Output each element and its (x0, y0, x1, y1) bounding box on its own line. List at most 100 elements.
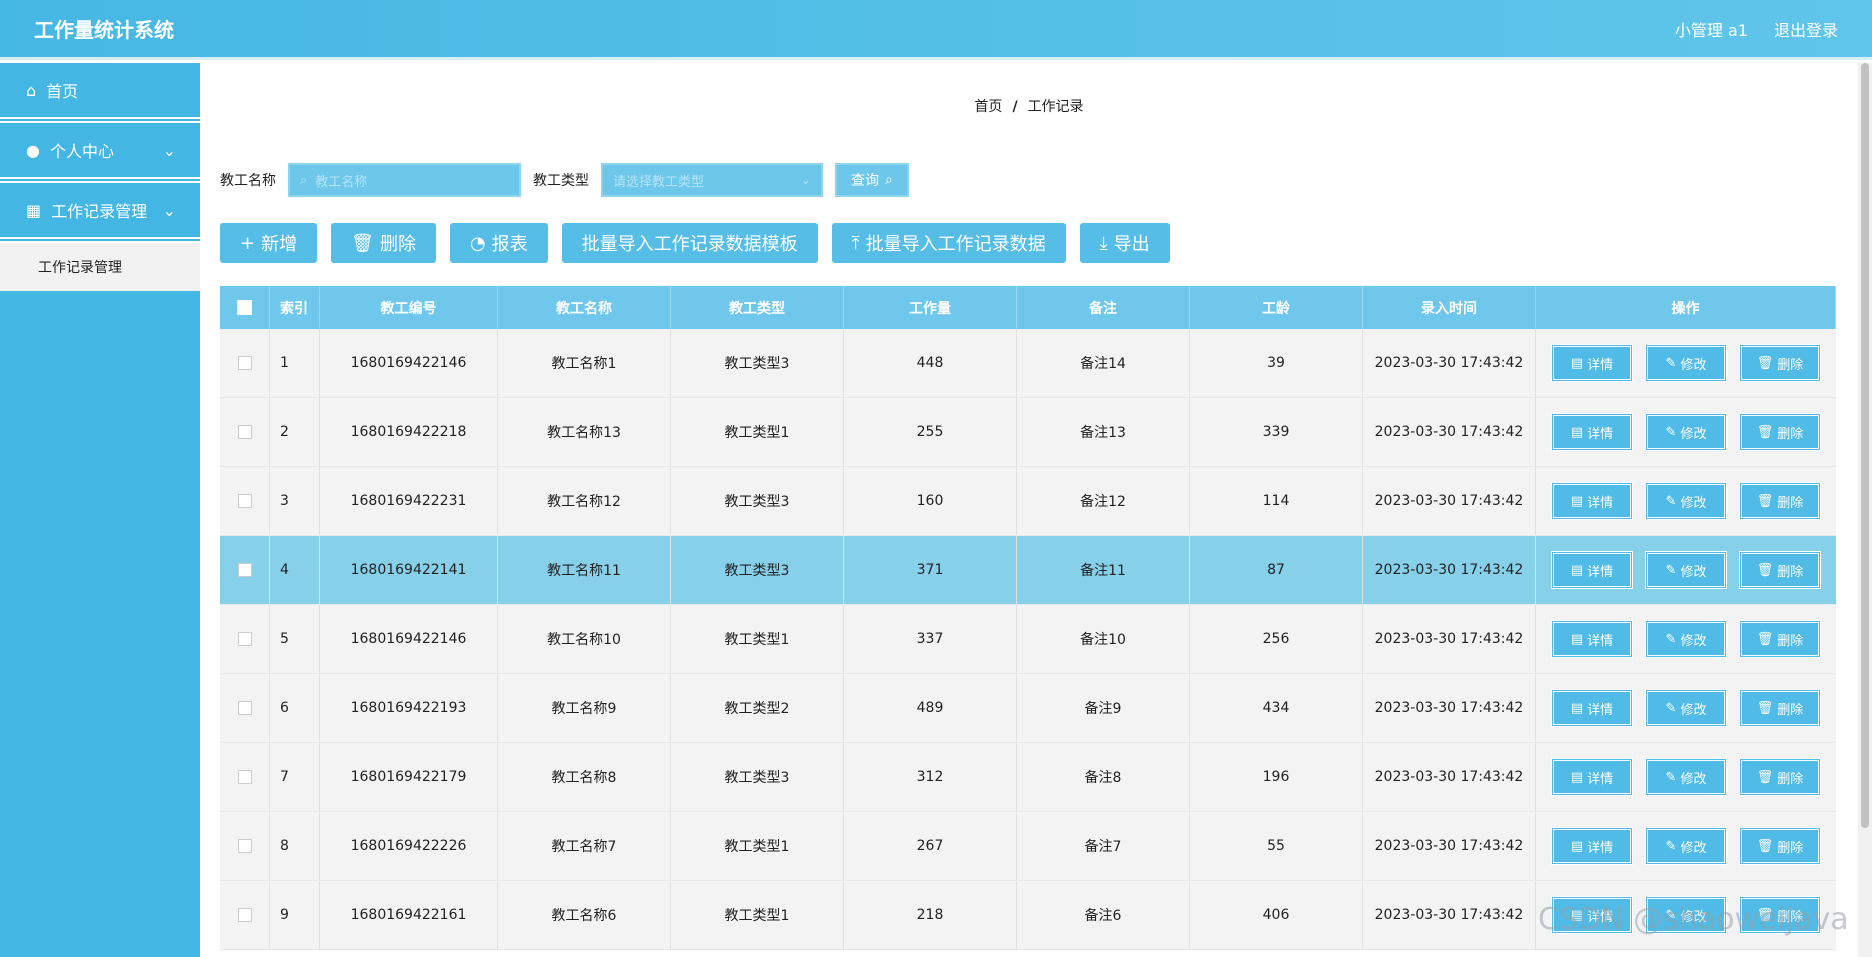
sidebar-subitem-work-record[interactable]: 工作记录管理 (0, 243, 200, 291)
chevron-down-icon: ⌄ (162, 200, 176, 220)
bulk-delete-button[interactable]: 🗑 删除 (331, 223, 436, 263)
row-checkbox-cell (220, 467, 270, 535)
type-select[interactable]: 请选择教工类型 ⌄ (601, 163, 823, 197)
sidebar: ⌂ 首页 ● 个人中心 ⌄ ▦ 工作记录管理 ⌄ 工作记录管理 (0, 63, 200, 957)
row-checkbox[interactable] (237, 770, 252, 784)
delete-button[interactable]: 🗑 删除 (1739, 827, 1821, 865)
delete-label: 删除 (1777, 771, 1804, 787)
document-icon: ▤ (1570, 700, 1584, 716)
edit-button[interactable]: ✎ 修改 (1645, 620, 1727, 658)
top-bar: 工作量统计系统 小管理 a1 退出登录 (0, 0, 1872, 60)
query-label: 查询 (851, 173, 879, 189)
name-search-input[interactable]: ⌕ 教工名称 (288, 163, 521, 197)
edit-button[interactable]: ✎ 修改 (1645, 758, 1727, 796)
detail-button[interactable]: ▤ 详情 (1551, 344, 1633, 382)
row-entry-time: 2023-03-30 17:43:42 (1363, 674, 1536, 742)
row-checkbox[interactable] (237, 494, 252, 508)
row-checkbox[interactable] (237, 356, 252, 370)
import-template-button[interactable]: 批量导入工作记录数据模板 (561, 223, 818, 263)
row-seniority: 114 (1190, 467, 1363, 535)
add-button[interactable]: + 新增 (220, 223, 318, 263)
edit-icon: ✎ (1665, 700, 1677, 716)
delete-button[interactable]: 🗑 删除 (1739, 344, 1821, 382)
table-row[interactable]: 5 1680169422146 教工名称10 教工类型1 337 备注10 256 2023-… (220, 605, 1836, 674)
logout-link[interactable]: 退出登录 (1774, 17, 1838, 41)
search-icon: ⌕ (885, 172, 893, 188)
watermark: CSDN @shaoweijava (1538, 902, 1849, 937)
detail-button[interactable]: ▤ 详情 (1551, 482, 1633, 520)
import-data-label: 批量导入工作记录数据 (865, 234, 1046, 255)
delete-button[interactable]: 🗑 删除 (1739, 620, 1821, 658)
query-button[interactable]: 查询 ⌕ (835, 163, 909, 197)
select-all-checkbox[interactable] (237, 300, 252, 315)
scrollbar-thumb[interactable] (1861, 63, 1869, 828)
row-checkbox[interactable] (237, 425, 252, 439)
row-seniority: 406 (1190, 881, 1363, 949)
table-row[interactable]: 7 1680169422179 教工名称8 教工类型3 312 备注8 196 2023-03… (220, 743, 1836, 812)
detail-button[interactable]: ▤ 详情 (1551, 758, 1633, 796)
detail-button[interactable]: ▤ 详情 (1551, 689, 1633, 727)
detail-button[interactable]: ▤ 详情 (1551, 620, 1633, 658)
sidebar-item-work-record-management[interactable]: ▦ 工作记录管理 ⌄ (0, 183, 200, 243)
row-checkbox[interactable] (237, 701, 252, 715)
edit-button[interactable]: ✎ 修改 (1645, 551, 1727, 589)
import-template-label: 批量导入工作记录数据模板 (581, 234, 798, 255)
table-row[interactable]: 3 1680169422231 教工名称12 教工类型3 160 备注12 114 2023-… (220, 467, 1836, 536)
import-data-button[interactable]: ⤒ 批量导入工作记录数据 (831, 223, 1066, 263)
app-title: 工作量统计系统 (34, 18, 174, 42)
delete-button[interactable]: 🗑 删除 (1739, 758, 1821, 796)
table-row[interactable]: 4 1680169422141 教工名称11 教工类型3 371 备注11 87 2023-0… (220, 536, 1836, 605)
row-workload: 218 (844, 881, 1017, 949)
table-body: 1 1680169422146 教工名称1 教工类型3 448 备注14 39 2023-03… (220, 329, 1836, 950)
edit-icon: ✎ (1665, 424, 1677, 440)
row-seniority: 196 (1190, 743, 1363, 811)
table-row[interactable]: 6 1680169422193 教工名称9 教工类型2 489 备注9 434 2023-03… (220, 674, 1836, 743)
edit-button[interactable]: ✎ 修改 (1645, 413, 1727, 451)
table-row[interactable]: 2 1680169422218 教工名称13 教工类型1 255 备注13 339 2023-… (220, 398, 1836, 467)
edit-button[interactable]: ✎ 修改 (1645, 689, 1727, 727)
row-staff-id: 1680169422179 (320, 743, 498, 811)
upload-icon: ⤒ (851, 232, 860, 254)
row-checkbox[interactable] (237, 632, 252, 646)
current-user[interactable]: 小管理 a1 (1675, 17, 1748, 41)
row-checkbox[interactable] (237, 839, 252, 853)
table-row[interactable]: 8 1680169422226 教工名称7 教工类型1 267 备注7 55 2023-03-… (220, 812, 1836, 881)
row-checkbox[interactable] (237, 908, 252, 922)
delete-button[interactable]: 🗑 删除 (1739, 689, 1821, 727)
document-icon: ▤ (1570, 769, 1584, 785)
row-staff-id: 1680169422226 (320, 812, 498, 880)
row-index: 4 (270, 536, 320, 604)
table-row[interactable]: 1 1680169422146 教工名称1 教工类型3 448 备注14 39 2023-03… (220, 329, 1836, 398)
edit-label: 修改 (1680, 564, 1707, 580)
row-checkbox-cell (220, 536, 270, 604)
delete-button[interactable]: 🗑 删除 (1739, 413, 1821, 451)
delete-button[interactable]: 🗑 删除 (1739, 482, 1821, 520)
row-checkbox[interactable] (237, 563, 252, 577)
delete-label: 删除 (1777, 564, 1804, 580)
edit-button[interactable]: ✎ 修改 (1645, 344, 1727, 382)
detail-label: 详情 (1587, 357, 1614, 373)
detail-label: 详情 (1587, 633, 1614, 649)
edit-button[interactable]: ✎ 修改 (1645, 827, 1727, 865)
sidebar-item-home[interactable]: ⌂ 首页 (0, 63, 200, 123)
row-workload: 489 (844, 674, 1017, 742)
vertical-scrollbar[interactable] (1858, 63, 1872, 957)
detail-button[interactable]: ▤ 详情 (1551, 413, 1633, 451)
export-button[interactable]: ⤓ 导出 (1079, 223, 1170, 263)
sidebar-item-personal-center[interactable]: ● 个人中心 ⌄ (0, 123, 200, 183)
breadcrumb-home[interactable]: 首页 (974, 99, 1002, 115)
header-remark: 备注 (1017, 286, 1190, 329)
row-entry-time: 2023-03-30 17:43:42 (1363, 398, 1536, 466)
header-staff-type: 教工类型 (671, 286, 844, 329)
detail-button[interactable]: ▤ 详情 (1551, 827, 1633, 865)
detail-button[interactable]: ▤ 详情 (1551, 551, 1633, 589)
document-icon: ▤ (1570, 424, 1584, 440)
row-actions: ▤ 详情 ✎ 修改 🗑 删除 (1536, 536, 1836, 604)
report-button[interactable]: ◔ 报表 (449, 223, 548, 263)
row-seniority: 87 (1190, 536, 1363, 604)
row-staff-type: 教工类型1 (671, 605, 844, 673)
row-checkbox-cell (220, 881, 270, 949)
delete-button[interactable]: 🗑 删除 (1739, 551, 1821, 589)
edit-button[interactable]: ✎ 修改 (1645, 482, 1727, 520)
row-entry-time: 2023-03-30 17:43:42 (1363, 881, 1536, 949)
